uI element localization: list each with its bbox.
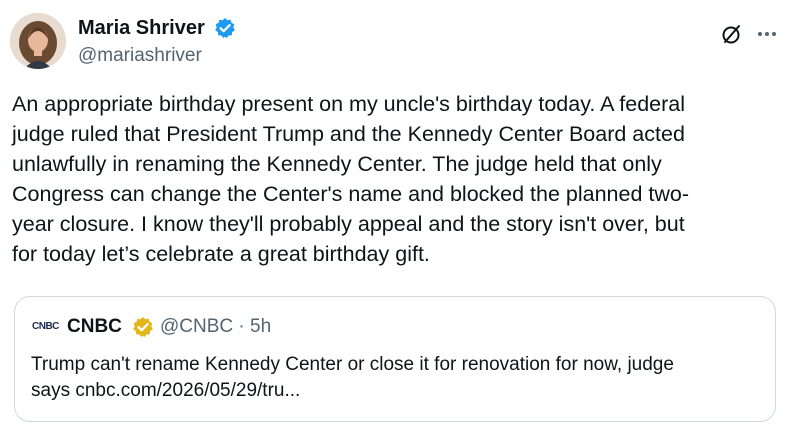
grok-icon[interactable] — [720, 22, 744, 46]
more-icon[interactable] — [754, 22, 780, 46]
tweet-text: An appropriate birthday present on my un… — [12, 92, 690, 266]
verified-badge-icon — [215, 18, 235, 38]
author-handle[interactable]: @mariashriver — [78, 44, 202, 68]
quoted-author-handle-time[interactable]: @CNBC · 5h — [160, 315, 271, 339]
avatar-image — [10, 13, 66, 69]
quoted-tweet-card[interactable]: CNBC CNBC @CNBC · 5h Trump can't rename … — [14, 296, 776, 422]
quoted-tweet-text: Trump can't rename Kennedy Center or clo… — [31, 354, 674, 401]
tweet: Maria Shriver @mariashriver An appropria… — [0, 0, 800, 441]
avatar[interactable] — [10, 13, 66, 69]
gold-verified-badge-icon — [133, 317, 153, 337]
author-name[interactable]: Maria Shriver — [78, 16, 205, 40]
cnbc-logo: CNBC — [32, 321, 59, 332]
quoted-author-name[interactable]: CNBC — [67, 315, 122, 339]
